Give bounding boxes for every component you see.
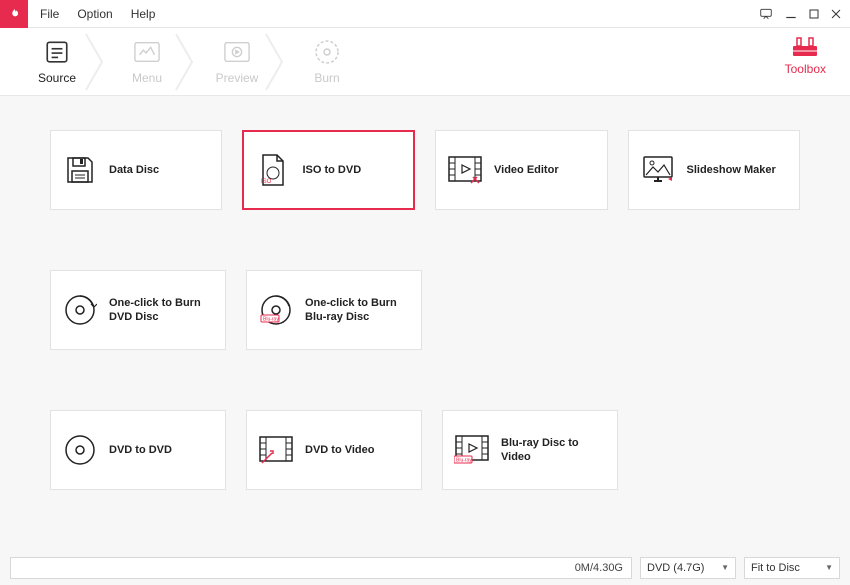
maximize-icon[interactable] xyxy=(808,8,820,20)
card-one-click-dvd[interactable]: One-click to Burn DVD Disc xyxy=(50,270,226,350)
preview-icon xyxy=(224,39,250,65)
card-label: ISO to DVD xyxy=(302,163,361,177)
bottom-bar: 0M/4.30G DVD (4.7G) ▼ Fit to Disc ▼ xyxy=(0,550,850,585)
bluray-film-icon: Blu-ray xyxy=(453,434,491,466)
card-one-click-bluray[interactable]: Blu-ray One-click to Burn Blu-ray Disc xyxy=(246,270,422,350)
card-label: Blu-ray Disc to Video xyxy=(501,436,607,465)
menu-option[interactable]: Option xyxy=(77,7,112,21)
step-preview[interactable]: Preview xyxy=(192,39,282,85)
title-bar: File Option Help xyxy=(0,0,850,28)
floppy-icon xyxy=(61,154,99,186)
card-label: Video Editor xyxy=(494,163,559,177)
svg-text:Blu-ray: Blu-ray xyxy=(456,458,472,464)
source-icon xyxy=(44,39,70,65)
card-label: DVD to DVD xyxy=(109,443,172,457)
card-slideshow-maker[interactable]: Slideshow Maker xyxy=(628,130,800,210)
card-row-2: One-click to Burn DVD Disc Blu-ray One-c… xyxy=(50,270,800,350)
card-label: One-click to Burn Blu-ray Disc xyxy=(305,296,411,325)
toolbox-button[interactable]: Toolbox xyxy=(785,36,826,76)
disc-type-value: DVD (4.7G) xyxy=(647,562,704,574)
step-label-preview: Preview xyxy=(216,71,259,85)
card-dvd-to-video[interactable]: DVD to Video xyxy=(246,410,422,490)
card-data-disc[interactable]: Data Disc xyxy=(50,130,222,210)
main-content: Data Disc ISO ISO to DVD Video Editor Sl… xyxy=(0,96,850,550)
step-label-burn: Burn xyxy=(314,71,339,85)
toolbox-icon xyxy=(791,36,819,58)
film-edit-icon xyxy=(446,154,484,186)
card-video-editor[interactable]: Video Editor xyxy=(435,130,607,210)
size-text: 0M/4.30G xyxy=(575,562,623,574)
step-label-source: Source xyxy=(38,71,76,85)
chevron-down-icon: ▼ xyxy=(825,563,833,572)
step-source[interactable]: Source xyxy=(12,39,102,85)
close-icon[interactable] xyxy=(830,8,842,20)
disc-refresh-icon xyxy=(61,294,99,326)
card-row-1: Data Disc ISO ISO to DVD Video Editor Sl… xyxy=(50,130,800,210)
svg-text:ISO: ISO xyxy=(261,179,272,185)
fit-select[interactable]: Fit to Disc ▼ xyxy=(744,557,840,579)
bluray-disc-icon: Blu-ray xyxy=(257,294,295,326)
disc-type-select[interactable]: DVD (4.7G) ▼ xyxy=(640,557,736,579)
step-burn[interactable]: Burn xyxy=(282,39,372,85)
card-label: DVD to Video xyxy=(305,443,374,457)
disc-size-display: 0M/4.30G xyxy=(10,557,632,579)
step-menu[interactable]: Menu xyxy=(102,39,192,85)
film-export-icon xyxy=(257,434,295,466)
disc-icon xyxy=(61,434,99,466)
window-controls xyxy=(758,7,842,21)
feedback-icon[interactable] xyxy=(758,7,774,21)
iso-file-icon: ISO xyxy=(254,154,292,186)
svg-text:Blu-ray: Blu-ray xyxy=(263,317,279,323)
fit-value: Fit to Disc xyxy=(751,562,800,574)
slideshow-icon xyxy=(639,154,677,186)
flame-icon xyxy=(7,7,21,21)
menu-bar: File Option Help xyxy=(40,7,155,21)
chevron-down-icon: ▼ xyxy=(721,563,729,572)
card-label: Slideshow Maker xyxy=(687,163,776,177)
app-logo xyxy=(0,0,28,28)
burn-icon xyxy=(314,39,340,65)
card-label: Data Disc xyxy=(109,163,159,177)
menu-step-icon xyxy=(134,39,160,65)
card-iso-to-dvd[interactable]: ISO ISO to DVD xyxy=(242,130,415,210)
toolbox-label: Toolbox xyxy=(785,62,826,76)
card-bluray-to-video[interactable]: Blu-ray Blu-ray Disc to Video xyxy=(442,410,618,490)
stepper-nav: Source Menu Preview Burn Toolbox xyxy=(0,28,850,96)
card-label: One-click to Burn DVD Disc xyxy=(109,296,215,325)
menu-file[interactable]: File xyxy=(40,7,59,21)
menu-help[interactable]: Help xyxy=(131,7,156,21)
step-label-menu: Menu xyxy=(132,71,162,85)
card-dvd-to-dvd[interactable]: DVD to DVD xyxy=(50,410,226,490)
minimize-icon[interactable] xyxy=(784,7,798,21)
card-row-3: DVD to DVD DVD to Video Blu-ray Blu-ray … xyxy=(50,410,800,490)
